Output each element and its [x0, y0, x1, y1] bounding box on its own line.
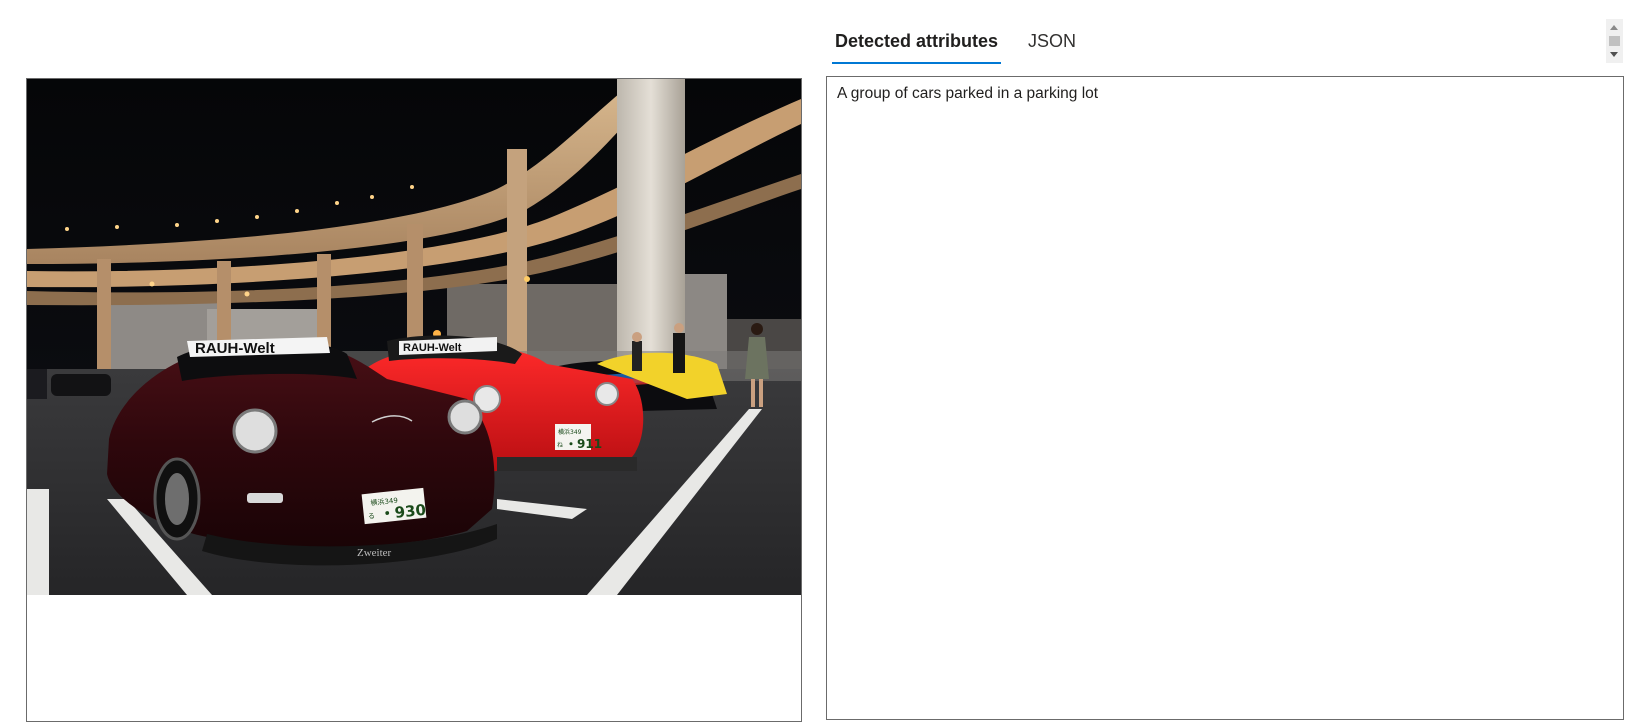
tab-detected-attributes[interactable]: Detected attributes	[832, 24, 1002, 64]
red-plate-prefix: 横浜349	[558, 428, 582, 436]
analyzed-photo: RAUH-Welt 横浜349 ね ・911 RAUH-Welt 横浜349 る…	[27, 79, 801, 595]
app-page: RAUH-Welt 横浜349 ね ・911 RAUH-Welt 横浜349 る…	[0, 0, 1651, 728]
red-plate-number: ・911	[565, 437, 602, 451]
image-preview-panel: RAUH-Welt 横浜349 ね ・911 RAUH-Welt 横浜349 る…	[26, 78, 802, 722]
concrete-pillar	[617, 79, 685, 359]
red-plate-hiragana: ね	[557, 442, 563, 449]
maroon-plate-hiragana: る	[368, 512, 376, 521]
scroll-down-arrow-icon[interactable]	[1610, 52, 1618, 57]
detected-attributes-panel: A group of cars parked in a parking lot	[826, 76, 1624, 720]
lip-text: Zweiter	[357, 547, 392, 559]
tab-json[interactable]: JSON	[1025, 24, 1079, 64]
result-tabs: Detected attributes JSON	[832, 24, 1103, 64]
tabs-scrollbar[interactable]	[1606, 19, 1623, 63]
maroon-banner-text: RAUH-Welt	[195, 340, 275, 357]
scroll-thumb[interactable]	[1609, 36, 1620, 46]
caption-text: A group of cars parked in a parking lot	[837, 85, 1099, 102]
red-banner-text: RAUH-Welt	[403, 342, 462, 354]
scroll-up-arrow-icon[interactable]	[1610, 25, 1618, 30]
